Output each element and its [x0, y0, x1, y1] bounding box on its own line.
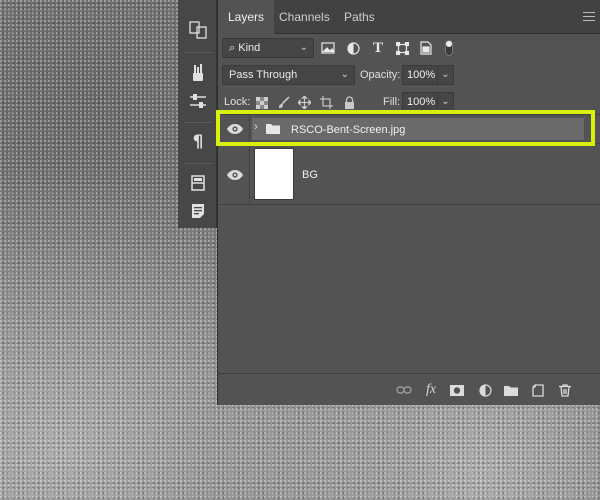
- shape-filter-icon[interactable]: [395, 41, 409, 55]
- fill-label: Fill:: [383, 96, 401, 108]
- layer-name-bg: BG: [302, 169, 318, 181]
- filter-kind-label: Kind: [238, 42, 261, 54]
- lock-artboard-icon[interactable]: [320, 96, 333, 109]
- tool-strip: ¶: [178, 0, 217, 228]
- layer-thumbnail: [254, 148, 294, 200]
- blend-mode-value: Pass Through: [229, 69, 298, 81]
- new-layer-icon[interactable]: [530, 383, 546, 397]
- layers-panel: Layers Channels Paths ⌕ Kind ⌄ T Pass Th…: [217, 0, 600, 405]
- layers-footer: fx: [218, 373, 600, 405]
- fill-input[interactable]: 100%: [402, 92, 438, 112]
- fx-icon[interactable]: fx: [423, 382, 439, 397]
- opacity-input[interactable]: 100%: [402, 65, 438, 85]
- layers-list: › RSCO-Bent-Screen.jpg BG: [218, 114, 600, 373]
- trash-icon[interactable]: [557, 383, 573, 397]
- blend-mode-dropdown[interactable]: Pass Through ⌄: [222, 65, 355, 85]
- adjustment-icon[interactable]: [477, 383, 493, 397]
- adjust-sliders-icon[interactable]: [186, 90, 210, 112]
- lock-transparent-icon[interactable]: [255, 96, 268, 109]
- brush-presets-icon[interactable]: [186, 62, 210, 84]
- filter-toggle-icon[interactable]: [442, 40, 456, 56]
- tab-layers[interactable]: Layers: [218, 0, 275, 35]
- paragraph-icon[interactable]: ¶: [186, 131, 210, 153]
- filter-kind-dropdown[interactable]: ⌕ Kind ⌄: [222, 38, 314, 58]
- adjustment-filter-icon[interactable]: [346, 41, 360, 55]
- lock-position-icon[interactable]: [298, 96, 311, 109]
- notes-icon[interactable]: [186, 200, 210, 222]
- folder-icon[interactable]: [503, 383, 519, 397]
- lock-label: Lock:: [224, 96, 251, 108]
- opacity-label: Opacity:: [360, 69, 401, 81]
- folder-icon: [266, 123, 280, 137]
- properties-icon[interactable]: [186, 172, 210, 194]
- layer-row-group[interactable]: › RSCO-Bent-Screen.jpg: [218, 115, 600, 144]
- link-icon[interactable]: [396, 383, 412, 397]
- chevron-down-icon: ⌄: [340, 69, 349, 80]
- chevron-down-icon: ⌄: [299, 42, 308, 53]
- tab-channels[interactable]: Channels: [269, 0, 340, 34]
- panel-menu-icon[interactable]: [583, 12, 595, 22]
- pixel-filter-icon[interactable]: [321, 41, 335, 55]
- tab-paths[interactable]: Paths: [334, 0, 385, 34]
- type-filter-icon[interactable]: T: [371, 40, 385, 56]
- eye-icon[interactable]: [226, 123, 244, 135]
- layer-row-bg[interactable]: BG: [218, 144, 600, 205]
- opacity-chevron-icon[interactable]: ⌄: [437, 65, 454, 85]
- mask-icon[interactable]: [449, 383, 465, 397]
- panel-tabbar: Layers Channels Paths: [218, 0, 600, 35]
- lock-pixels-icon[interactable]: [277, 96, 290, 109]
- transform-icon[interactable]: [186, 19, 210, 41]
- fill-chevron-icon[interactable]: ⌄: [437, 92, 454, 112]
- chevron-right-icon[interactable]: ›: [254, 121, 258, 133]
- search-icon: ⌕: [229, 42, 236, 54]
- eye-icon[interactable]: [226, 169, 244, 181]
- smart-object-filter-icon[interactable]: [419, 41, 433, 55]
- lock-all-icon[interactable]: [343, 96, 356, 109]
- layer-name-group: RSCO-Bent-Screen.jpg: [291, 124, 406, 136]
